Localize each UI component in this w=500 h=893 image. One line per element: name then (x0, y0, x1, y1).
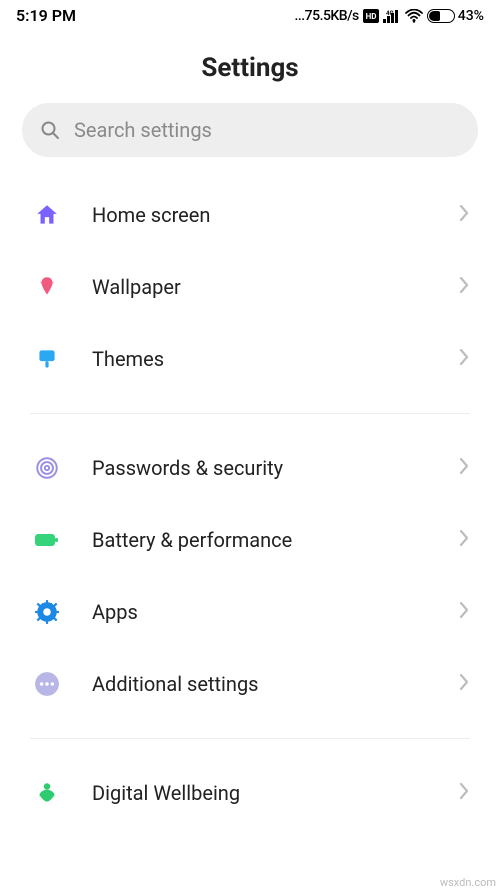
chevron-right-icon (458, 781, 470, 805)
search-icon (40, 120, 60, 140)
settings-row-apps[interactable]: Apps (0, 576, 500, 648)
chevron-right-icon (458, 672, 470, 696)
settings-row-themes[interactable]: Themes (0, 323, 500, 395)
settings-row-passwords-security[interactable]: Passwords & security (0, 432, 500, 504)
fingerprint-icon (30, 455, 64, 481)
settings-row-battery-performance[interactable]: Battery & performance (0, 504, 500, 576)
signal-icon: 4G (383, 9, 401, 23)
battery-icon (427, 9, 455, 23)
battery-icon (30, 530, 64, 550)
settings-row-label: Themes (92, 347, 458, 371)
watermark: wsxdn.com (440, 876, 496, 889)
settings-row-label: Home screen (92, 203, 458, 227)
wifi-icon (405, 9, 423, 23)
chevron-right-icon (458, 347, 470, 371)
wellbeing-icon (30, 780, 64, 806)
status-bar: 5:19 PM ...75.5KB/s HD 4G 43% (0, 0, 500, 29)
settings-row-home-screen[interactable]: Home screen (0, 179, 500, 251)
home-icon (30, 202, 64, 228)
chevron-right-icon (458, 456, 470, 480)
search-bar[interactable] (22, 103, 478, 157)
group-divider (30, 738, 470, 739)
settings-row-label: Battery & performance (92, 528, 458, 552)
group-divider (30, 413, 470, 414)
gear-icon (30, 599, 64, 625)
volte-icon: HD (363, 9, 379, 23)
settings-row-label: Wallpaper (92, 275, 458, 299)
settings-row-wallpaper[interactable]: Wallpaper (0, 251, 500, 323)
brush-icon (30, 346, 64, 372)
status-indicators: ...75.5KB/s HD 4G 43% (294, 8, 484, 24)
dots-icon (30, 671, 64, 697)
settings-row-label: Apps (92, 600, 458, 624)
settings-row-additional-settings[interactable]: Additional settings (0, 648, 500, 720)
flower-icon (30, 274, 64, 300)
settings-row-label: Additional settings (92, 672, 458, 696)
settings-list: Home screen Wallpaper Themes Passwords & se… (0, 179, 500, 829)
status-time: 5:19 PM (16, 6, 76, 25)
settings-row-label: Passwords & security (92, 456, 458, 480)
svg-text:HD: HD (365, 12, 376, 21)
settings-row-digital-wellbeing[interactable]: Digital Wellbeing (0, 757, 500, 829)
chevron-right-icon (458, 203, 470, 227)
net-speed: ...75.5KB/s (294, 8, 358, 24)
page-title: Settings (0, 53, 500, 83)
chevron-right-icon (458, 528, 470, 552)
search-input[interactable] (74, 118, 460, 142)
battery-percent: 43% (458, 8, 484, 24)
svg-text:4G: 4G (386, 10, 394, 17)
chevron-right-icon (458, 275, 470, 299)
chevron-right-icon (458, 600, 470, 624)
settings-row-label: Digital Wellbeing (92, 781, 458, 805)
battery-indicator: 43% (427, 8, 484, 24)
